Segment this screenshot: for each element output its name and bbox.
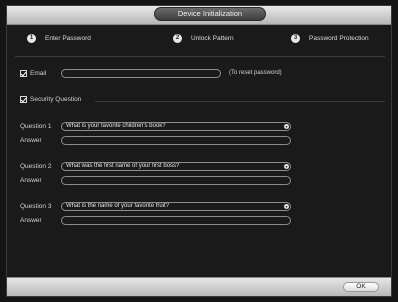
question-3-label: Question 3: [20, 203, 52, 210]
section-divider: [95, 101, 385, 102]
answer-3-input[interactable]: [61, 216, 291, 225]
chevron-down-icon: ▾: [284, 204, 289, 209]
email-checkbox[interactable]: [20, 70, 27, 77]
email-row: Email: [20, 70, 46, 77]
footer-bar: OK: [7, 277, 391, 296]
security-question-row: Security Question: [20, 96, 81, 103]
step-unlock-pattern: 2 Unlock Pattern: [173, 34, 234, 43]
answer-1-input[interactable]: [61, 136, 291, 145]
email-input[interactable]: [61, 69, 221, 78]
title-bar: Device Initialization: [7, 6, 391, 25]
question-2-label: Question 2: [20, 163, 52, 170]
question-1-label: Question 1: [20, 123, 52, 130]
step-number: 3: [291, 34, 300, 43]
step-password-protection: 3 Password Protection: [291, 34, 369, 43]
step-label: Unlock Pattern: [191, 35, 234, 42]
security-question-checkbox[interactable]: [20, 96, 27, 103]
answer-3-label: Answer: [20, 217, 42, 224]
email-label: Email: [30, 70, 47, 78]
device-initialization-window: Device Initialization 1 Enter Password 2…: [6, 5, 392, 297]
steps-indicator: 1 Enter Password 2 Unlock Pattern 3 Pass…: [7, 34, 391, 50]
answer-2-input[interactable]: [61, 176, 291, 185]
step-label: Password Protection: [309, 35, 369, 42]
question-2-select[interactable]: What was the first name of your first bo…: [61, 162, 291, 171]
chevron-down-icon: ▾: [284, 124, 289, 129]
step-number: 2: [173, 34, 182, 43]
step-number: 1: [27, 34, 36, 43]
step-label: Enter Password: [45, 35, 91, 42]
email-hint: (To reset password): [229, 70, 282, 76]
divider: [15, 56, 385, 57]
window-title: Device Initialization: [154, 7, 266, 21]
ok-button[interactable]: OK: [343, 282, 379, 292]
answer-1-label: Answer: [20, 137, 42, 144]
answer-2-label: Answer: [20, 177, 42, 184]
question-3-select[interactable]: What is the name of your favorite fruit?…: [61, 202, 291, 211]
step-enter-password: 1 Enter Password: [27, 34, 91, 43]
chevron-down-icon: ▾: [284, 164, 289, 169]
security-question-label: Security Question: [30, 96, 82, 104]
question-3-value: What is the name of your favorite fruit?: [66, 203, 170, 209]
question-2-value: What was the first name of your first bo…: [66, 163, 180, 169]
question-1-select[interactable]: What is your favorite children's book? ▾: [61, 122, 291, 131]
question-1-value: What is your favorite children's book?: [66, 123, 166, 129]
